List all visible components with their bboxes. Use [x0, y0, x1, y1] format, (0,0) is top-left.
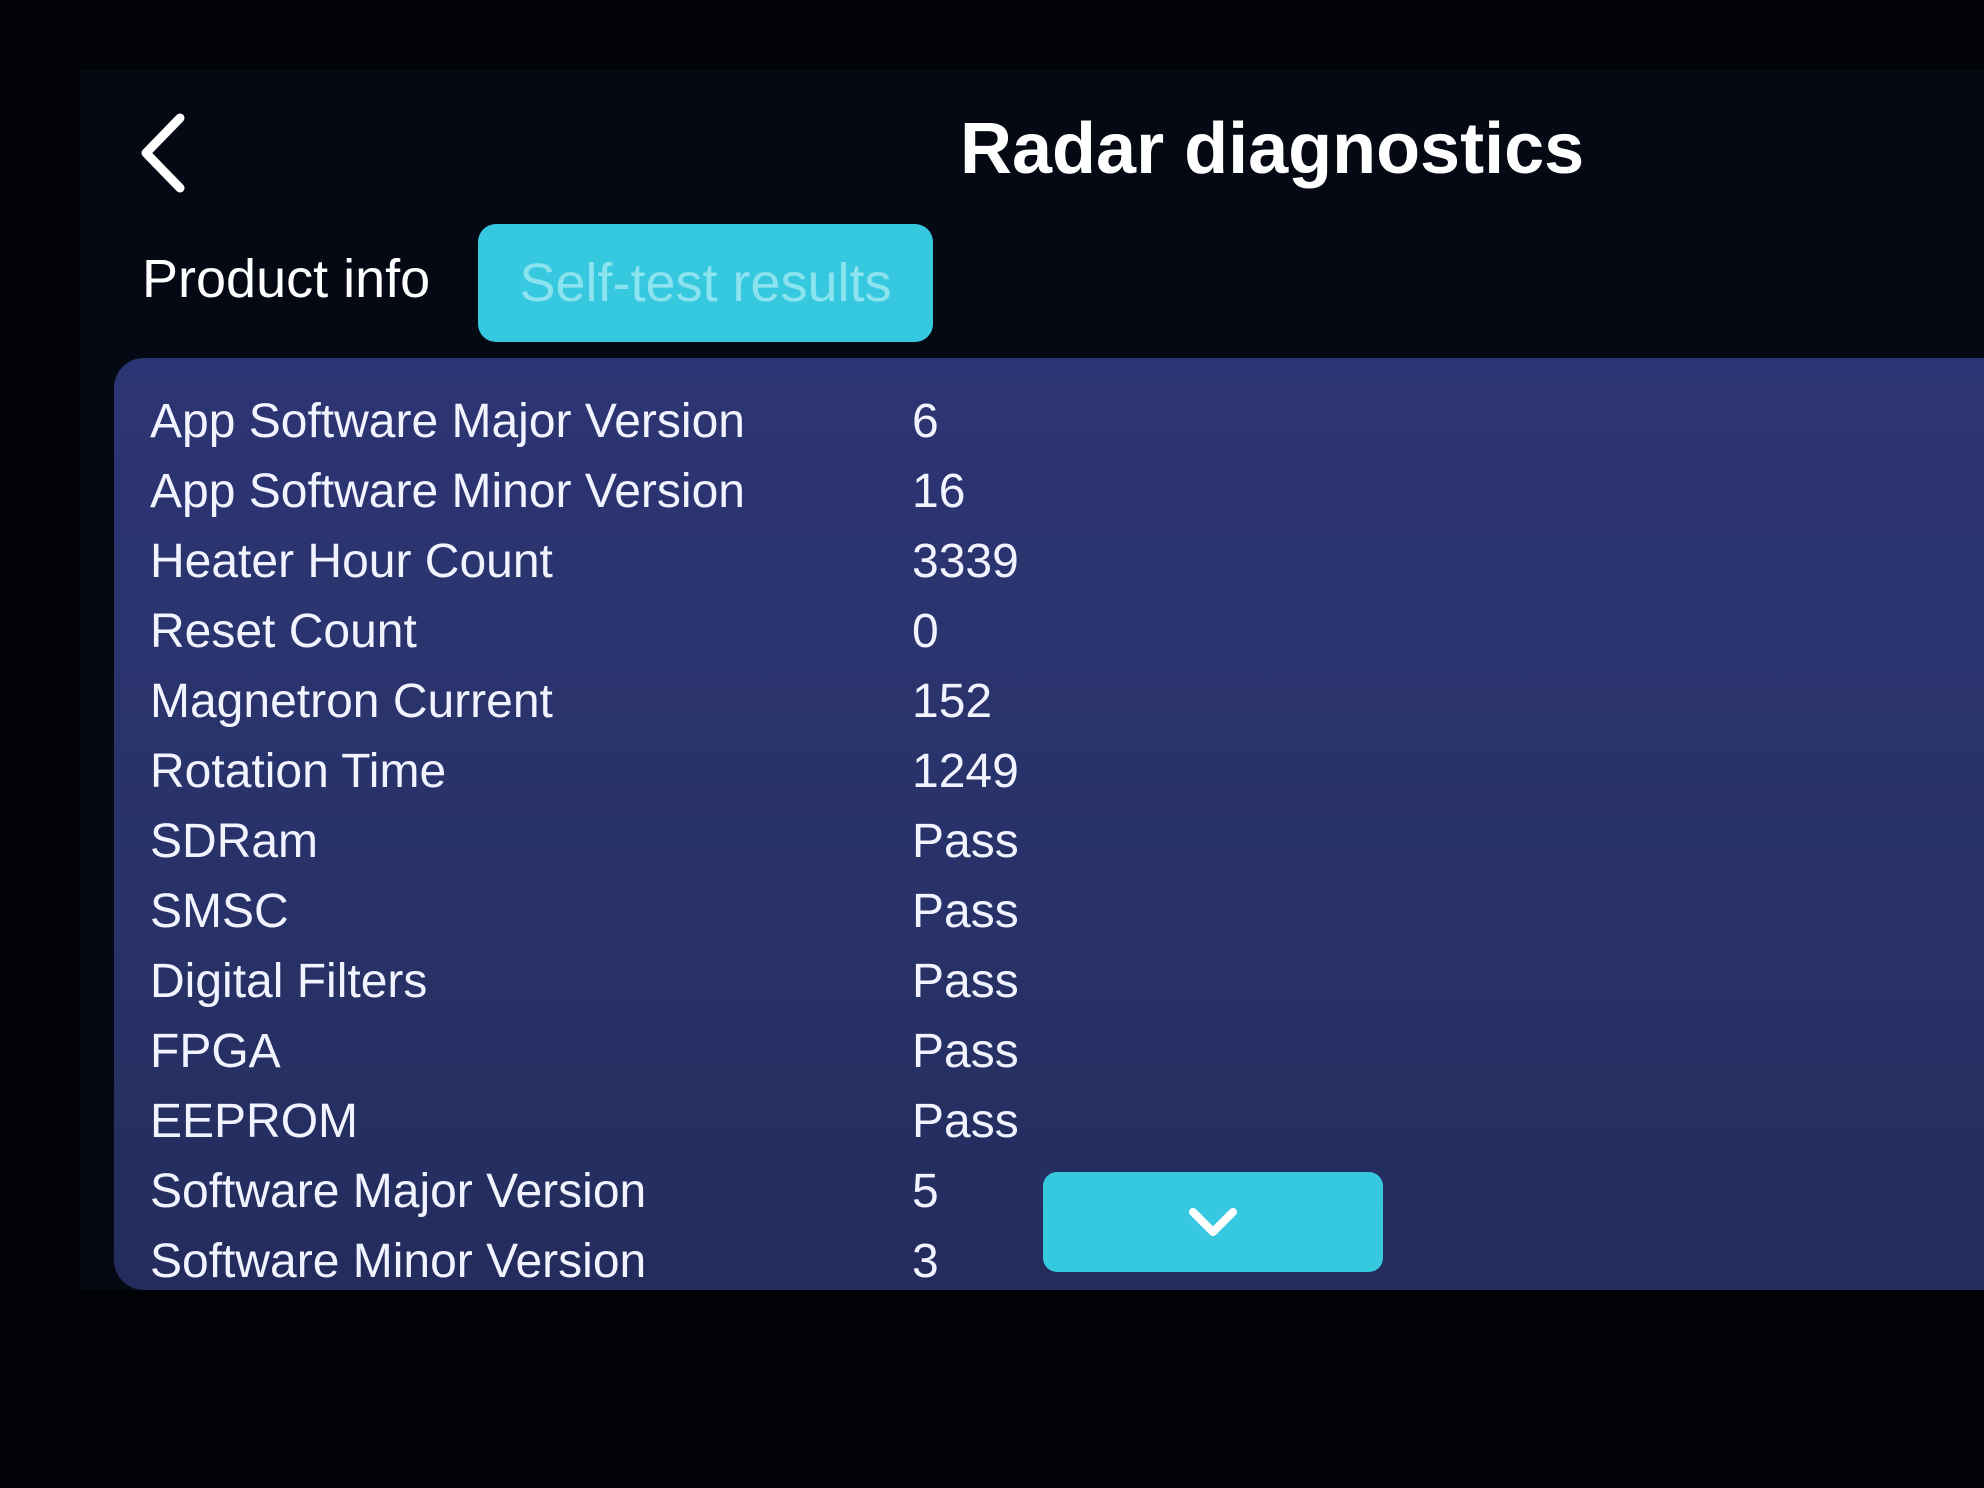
result-label: SDRam [150, 815, 319, 868]
page-title: Radar diagnostics [960, 109, 1585, 189]
result-label: EEPROM [150, 1095, 359, 1148]
result-label: App Software Minor Version [150, 465, 745, 518]
result-row: FPGA Pass [150, 1016, 1150, 1086]
chevron-down-icon [1189, 1208, 1237, 1236]
result-value: 3339 [912, 535, 1019, 588]
result-label: FPGA [150, 1025, 281, 1078]
result-label: Magnetron Current [150, 675, 553, 728]
result-row: Rotation Time 1249 [150, 736, 1150, 806]
tab-product-info[interactable]: Product info [142, 248, 430, 310]
result-row: Digital Filters Pass [150, 946, 1150, 1016]
result-value: 1249 [912, 745, 1019, 798]
result-label: SMSC [150, 885, 289, 938]
result-label: Software Minor Version [150, 1235, 647, 1288]
result-row: Software Major Version 5 [150, 1156, 1150, 1226]
result-row: SMSC Pass [150, 876, 1150, 946]
result-label: App Software Major Version [150, 395, 745, 448]
result-value: 5 [912, 1165, 939, 1218]
result-value: 3 [912, 1235, 939, 1288]
chevron-left-icon [141, 113, 185, 193]
result-row: Magnetron Current 152 [150, 666, 1150, 736]
results-list: App Software Major Version 6 App Softwar… [150, 386, 1150, 1290]
result-row: Heater Hour Count 3339 [150, 526, 1150, 596]
result-row: EEPROM Pass [150, 1086, 1150, 1156]
result-label: Reset Count [150, 605, 417, 658]
result-value: 152 [912, 675, 993, 728]
scroll-down-button[interactable] [1043, 1172, 1383, 1272]
result-row: App Software Minor Version 16 [150, 456, 1150, 526]
result-value: Pass [912, 1025, 1019, 1078]
screen-bezel [0, 1290, 1984, 1488]
result-value: Pass [912, 885, 1019, 938]
result-value: 6 [912, 395, 939, 448]
tab-self-test-results[interactable]: Self-test results [478, 224, 933, 342]
result-label: Rotation Time [150, 745, 447, 798]
result-value: 0 [912, 605, 939, 658]
result-label: Heater Hour Count [150, 535, 553, 588]
result-value: Pass [912, 1095, 1019, 1148]
result-row: SDRam Pass [150, 806, 1150, 876]
back-button[interactable] [130, 108, 200, 198]
result-label: Software Major Version [150, 1165, 647, 1218]
result-row: Software Minor Version 3 [150, 1226, 1150, 1290]
result-value: 16 [912, 465, 966, 518]
result-row: Reset Count 0 [150, 596, 1150, 666]
results-panel: App Software Major Version 6 App Softwar… [114, 358, 1984, 1290]
result-value: Pass [912, 815, 1019, 868]
result-value: Pass [912, 955, 1019, 1008]
result-row: App Software Major Version 6 [150, 386, 1150, 456]
result-label: Digital Filters [150, 955, 428, 1008]
